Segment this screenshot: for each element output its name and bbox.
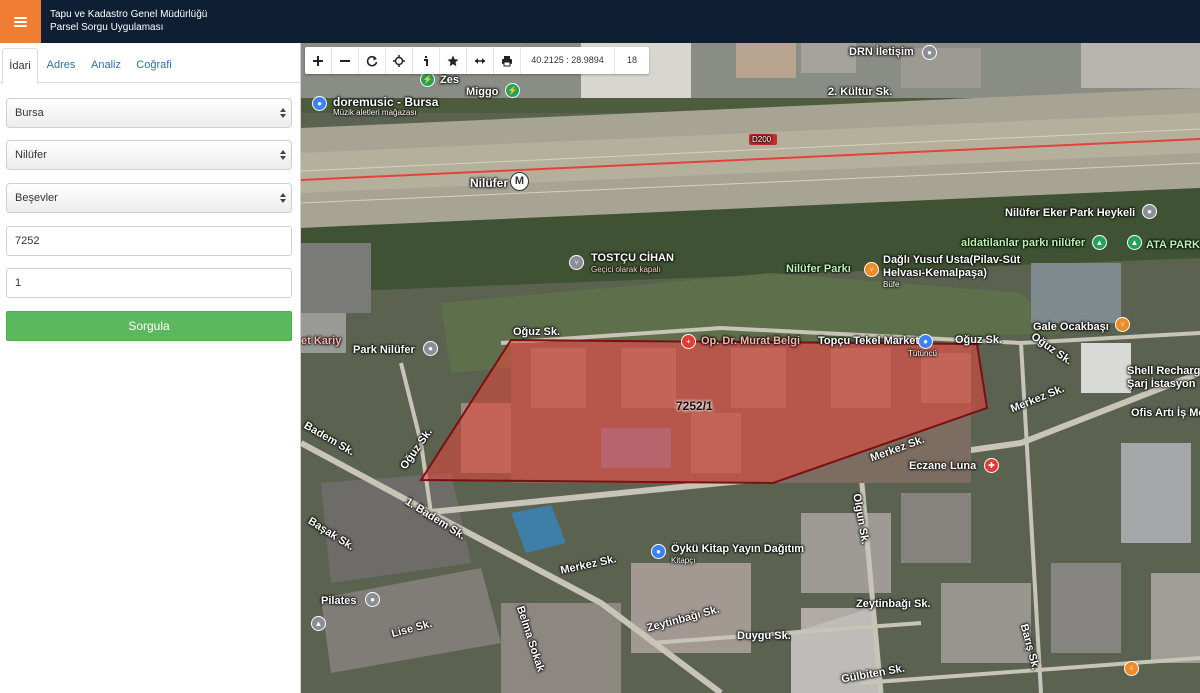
map-label-tostcu: TOSTÇU CİHAN <box>591 252 674 264</box>
map-label-miggo: Miggo <box>466 86 499 98</box>
query-tabs: İdari Adres Analiz Coğrafi <box>0 46 301 84</box>
map-label-kariyer: et Kariy <box>301 335 342 347</box>
zoom-in-icon <box>313 55 323 66</box>
food-pin-icon[interactable]: ⑂ <box>864 262 879 277</box>
il-select[interactable]: Bursa <box>6 98 292 128</box>
map-label-topcu-sub: Tütüncü <box>908 349 937 358</box>
highway-shield-label: D200 <box>752 135 772 144</box>
measure-button[interactable] <box>467 47 494 74</box>
location-pin-icon[interactable]: ● <box>423 341 438 356</box>
app-title-line2: Parsel Sorgu Uygulaması <box>50 22 164 33</box>
map-label-topcu: Topçu Tekel Market <box>818 335 920 347</box>
charging-station-icon[interactable]: ⚡ <box>420 72 435 87</box>
map-label-murat: Op. Dr. Murat Belgi <box>701 335 801 347</box>
mahalle-select[interactable]: Beşevler <box>6 183 292 213</box>
map-label-zes: Zes <box>440 74 459 86</box>
shop-pin-icon[interactable]: ● <box>651 544 666 559</box>
menu-toggle-button[interactable] <box>0 0 41 43</box>
map-label-dagli: Dağlı Yusuf Usta(Pilav-Süt <box>883 254 1021 266</box>
food-pin-icon[interactable]: ⑂ <box>1115 317 1130 332</box>
park-pin-icon[interactable]: ▲ <box>1092 235 1107 250</box>
map-label-tostcu-sub: Geçici olarak kapalı <box>591 265 661 274</box>
map-label-oguz2: Oğuz Sk. <box>955 334 1003 346</box>
query-sidebar: İdari Adres Analiz Coğrafi Bursa Nilüfer… <box>0 43 301 693</box>
map-label-duygu: Duygu Sk. <box>737 630 791 642</box>
select-arrows-icon <box>280 108 286 119</box>
satellite-basemap <box>301 43 1200 693</box>
map-label-gale: Gale Ocakbaşı <box>1033 321 1109 333</box>
map-view[interactable]: D200 DRN İletişim ● 2. Kültür Sk. ⚡ Zes … <box>301 43 1200 693</box>
map-label-park-nilufer: Park Nilüfer <box>353 344 415 356</box>
map-label-kultur: 2. Kültür Sk. <box>828 86 893 98</box>
map-label-ofis: Ofis Artı İş Merk <box>1131 407 1200 419</box>
food-pin-icon[interactable]: ⑂ <box>1124 661 1139 676</box>
mahalle-select-value: Beşevler <box>15 192 58 204</box>
ilce-select-value: Nilüfer <box>15 149 47 161</box>
tab-analiz[interactable]: Analiz <box>86 48 126 83</box>
refresh-icon <box>366 55 378 66</box>
map-label-shell2: Şarj İstasyon <box>1127 378 1196 390</box>
il-select-value: Bursa <box>15 107 44 119</box>
map-label-drn: DRN İletişim <box>849 46 914 58</box>
shop-pin-icon[interactable]: ● <box>312 96 327 111</box>
refresh-button[interactable] <box>359 47 386 74</box>
school-pin-icon[interactable]: ▲ <box>311 616 326 631</box>
locate-icon <box>393 54 405 67</box>
tab-adres[interactable]: Adres <box>42 48 80 83</box>
map-toolbar: 40.2125 : 28.9894 18 <box>305 47 649 74</box>
zoom-level-readout: 18 <box>626 55 637 65</box>
parsel-input[interactable]: 1 <box>6 268 292 298</box>
select-arrows-icon <box>280 193 286 204</box>
map-label-pilates: Pilates <box>321 595 357 607</box>
location-pin-icon[interactable]: ● <box>922 45 937 60</box>
tab-cografi[interactable]: Coğrafi <box>132 48 176 83</box>
charging-station-icon[interactable]: ⚡ <box>505 83 520 98</box>
info-button[interactable] <box>413 47 440 74</box>
hamburger-menu-icon <box>14 17 27 27</box>
zoom-out-icon <box>340 59 350 62</box>
app-title-line1: Tapu ve Kadastro Genel Müdürlüğü <box>50 9 208 20</box>
measure-icon <box>475 57 485 64</box>
pharmacy-pin-icon[interactable]: ✚ <box>984 458 999 473</box>
info-icon <box>424 55 428 66</box>
app-title: Tapu ve Kadastro Genel Müdürlüğü Parsel … <box>50 8 207 34</box>
map-label-dagli2: Helvası-Kemalpaşa) <box>883 267 987 279</box>
monument-pin-icon[interactable]: ● <box>1142 204 1157 219</box>
map-label-dagli-sub: Büfe <box>883 280 900 289</box>
print-icon <box>502 55 512 66</box>
doctor-pin-icon[interactable]: + <box>681 334 696 349</box>
map-label-doremusic: doremusic - Bursa <box>333 95 439 109</box>
map-label-oguz1: Oğuz Sk. <box>513 326 561 338</box>
map-label-aldatilanlar: aldatilanlar parkı nilüfer <box>961 237 1086 249</box>
select-arrows-icon <box>280 150 286 161</box>
metro-icon[interactable]: M <box>510 172 529 191</box>
ada-input[interactable]: 7252 <box>6 226 292 256</box>
ilce-select[interactable]: Nilüfer <box>6 140 292 170</box>
tab-idari[interactable]: İdari <box>2 48 38 84</box>
map-label-shell: Shell Recharg <box>1127 365 1200 377</box>
zoom-out-button[interactable] <box>332 47 359 74</box>
map-label-oyku: Öykü Kitap Yayın Dağıtım <box>671 543 805 555</box>
map-label-nilufer-station: Nilüfer <box>470 176 509 190</box>
star-icon <box>447 55 459 66</box>
map-label-eczane: Eczane Luna <box>909 460 977 472</box>
coordinate-readout: 40.2125 : 28.9894 <box>521 47 615 74</box>
map-label-ata-park: ATA PARK <box>1146 239 1200 251</box>
zoom-in-button[interactable] <box>305 47 332 74</box>
parcel-label: 7252/1 <box>676 399 713 413</box>
park-pin-icon[interactable]: ▲ <box>1127 235 1142 250</box>
location-pin-icon[interactable]: ● <box>365 592 380 607</box>
map-label-eker-park: Nilüfer Eker Park Heykeli <box>1005 207 1136 219</box>
favorite-button[interactable] <box>440 47 467 74</box>
map-label-doremusic-sub: Müzik aletleri mağazası <box>333 108 417 117</box>
print-button[interactable] <box>494 47 521 74</box>
app-header: Tapu ve Kadastro Genel Müdürlüğü Parsel … <box>0 0 1200 43</box>
map-label-oyku-sub: Kitapçı <box>671 556 696 565</box>
map-label-nilufer-parki: Nilüfer Parkı <box>786 263 851 275</box>
restaurant-pin-icon[interactable]: ⑂ <box>569 255 584 270</box>
shop-pin-icon[interactable]: ● <box>918 334 933 349</box>
map-label-zeytinbagi1: Zeytinbağı Sk. <box>856 598 931 610</box>
locate-button[interactable] <box>386 47 413 74</box>
sorgula-button[interactable]: Sorgula <box>6 311 292 341</box>
